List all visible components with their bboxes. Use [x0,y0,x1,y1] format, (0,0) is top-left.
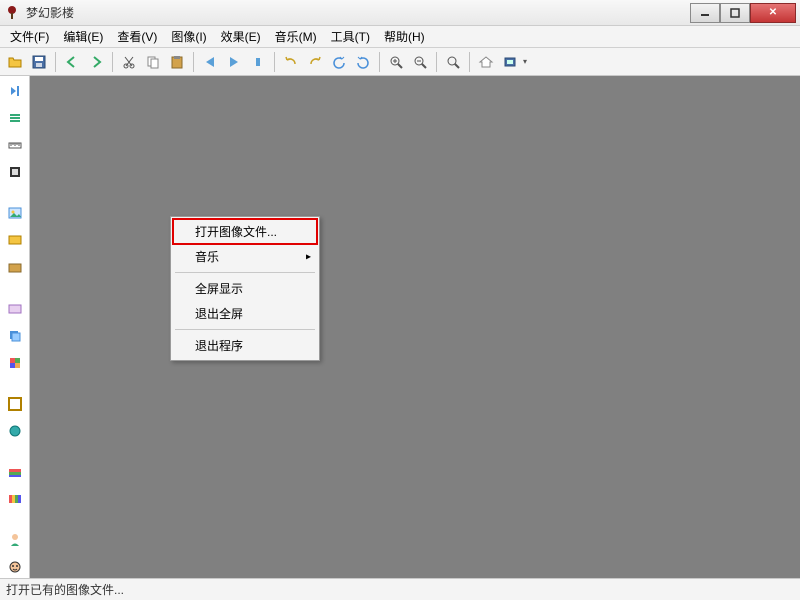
settings-icon[interactable] [499,51,521,73]
ctx-exit-app-label: 退出程序 [195,339,243,353]
side-gradient-icon[interactable] [4,461,26,482]
ctx-open-image[interactable]: 打开图像文件... [173,219,317,244]
ctx-fullscreen-label: 全屏显示 [195,282,243,296]
forward-icon[interactable] [85,51,107,73]
toolbar-separator [469,52,470,72]
zoom-fit-icon[interactable] [442,51,464,73]
menu-tools[interactable]: 工具(T) [325,26,376,47]
toolbar-separator [193,52,194,72]
menu-bar: 文件(F) 编辑(E) 查看(V) 图像(I) 效果(E) 音乐(M) 工具(T… [0,26,800,48]
side-person-icon[interactable] [4,530,26,551]
zoom-in-icon[interactable] [385,51,407,73]
menu-music[interactable]: 音乐(M) [269,26,323,47]
side-squares-icon[interactable] [4,352,26,373]
submenu-arrow-icon: ▸ [306,251,311,262]
side-palette-icon[interactable] [4,298,26,319]
side-face-icon[interactable] [4,557,26,578]
home-icon[interactable] [475,51,497,73]
side-frame-icon[interactable] [4,393,26,414]
side-list-icon[interactable] [4,107,26,128]
context-menu-separator [175,272,315,273]
canvas-workspace[interactable]: 打开图像文件... 音乐 ▸ 全屏显示 退出全屏 退出程序 [30,76,800,578]
zoom-out-icon[interactable] [409,51,431,73]
side-film-icon[interactable] [4,162,26,183]
toolbar-separator [112,52,113,72]
undo-icon[interactable] [280,51,302,73]
side-rainbow-icon[interactable] [4,489,26,510]
back-icon[interactable] [61,51,83,73]
ctx-music-label: 音乐 [195,250,219,264]
side-toolbar [0,76,30,578]
toolbar-separator [55,52,56,72]
ctx-exit-fullscreen-label: 退出全屏 [195,307,243,321]
ctx-exit-fullscreen[interactable]: 退出全屏 [173,301,317,326]
menu-effect[interactable]: 效果(E) [215,26,267,47]
cut-icon[interactable] [118,51,140,73]
app-icon [4,5,20,21]
side-color1-icon[interactable] [4,230,26,251]
side-color2-icon[interactable] [4,257,26,278]
context-menu-separator [175,329,315,330]
toolbar-separator [436,52,437,72]
window-controls: ✕ [690,3,796,23]
dropdown-arrow-icon[interactable]: ▾ [521,51,529,73]
status-text: 打开已有的图像文件... [6,581,124,598]
open-icon[interactable] [4,51,26,73]
play-icon[interactable] [223,51,245,73]
next-icon[interactable] [247,51,269,73]
copy-icon[interactable] [142,51,164,73]
side-expand-icon[interactable] [4,80,26,101]
ctx-music[interactable]: 音乐 ▸ [173,244,317,269]
redo-icon[interactable] [304,51,326,73]
client-area: 打开图像文件... 音乐 ▸ 全屏显示 退出全屏 退出程序 [0,76,800,578]
menu-help[interactable]: 帮助(H) [378,26,431,47]
minimize-button[interactable] [690,3,720,23]
save-icon[interactable] [28,51,50,73]
status-bar: 打开已有的图像文件... [0,578,800,600]
ctx-exit-app[interactable]: 退出程序 [173,333,317,358]
close-button[interactable]: ✕ [750,3,796,23]
maximize-button[interactable] [720,3,750,23]
side-layers-icon[interactable] [4,325,26,346]
menu-image[interactable]: 图像(I) [165,26,212,47]
toolbar-separator [379,52,380,72]
menu-edit[interactable]: 编辑(E) [57,26,109,47]
ctx-fullscreen[interactable]: 全屏显示 [173,276,317,301]
rotate-left-icon[interactable] [328,51,350,73]
menu-view[interactable]: 查看(V) [111,26,163,47]
toolbar-separator [274,52,275,72]
paste-icon[interactable] [166,51,188,73]
prev-icon[interactable] [199,51,221,73]
side-ruler-icon[interactable] [4,134,26,155]
settings-dropdown[interactable]: ▾ [499,51,529,73]
title-bar: 梦幻影楼 ✕ [0,0,800,26]
window-title: 梦幻影楼 [26,4,690,21]
context-menu: 打开图像文件... 音乐 ▸ 全屏显示 退出全屏 退出程序 [170,216,320,361]
main-toolbar: ▾ [0,48,800,76]
side-image-icon[interactable] [4,203,26,224]
ctx-open-image-label: 打开图像文件... [195,225,277,239]
menu-file[interactable]: 文件(F) [4,26,55,47]
side-effect-icon[interactable] [4,420,26,441]
rotate-right-icon[interactable] [352,51,374,73]
